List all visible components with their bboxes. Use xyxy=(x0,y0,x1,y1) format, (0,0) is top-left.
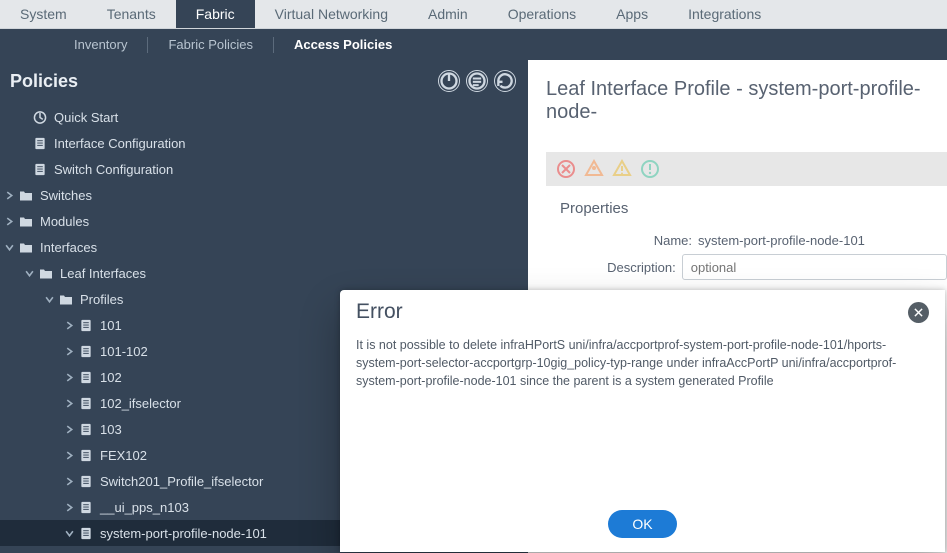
fault-major-icon[interactable] xyxy=(584,159,604,179)
tree-label: Interfaces xyxy=(40,240,97,255)
tree-node-interfaces[interactable]: Interfaces xyxy=(0,234,528,260)
tree-node-switch-configuration[interactable]: Switch Configuration xyxy=(0,156,528,182)
tree-label: 101 xyxy=(100,318,122,333)
tree-label: 102 xyxy=(100,370,122,385)
folder-icon xyxy=(18,241,34,254)
chevron-right-icon[interactable] xyxy=(64,474,74,489)
document-icon xyxy=(78,371,94,384)
chevron-right-icon[interactable] xyxy=(64,318,74,333)
name-label: Name: xyxy=(560,233,698,248)
quick-start-icon xyxy=(32,111,48,124)
tree-label: Profiles xyxy=(80,292,123,307)
tree-label: Switch Configuration xyxy=(54,162,173,177)
topnav-tab-operations[interactable]: Operations xyxy=(488,0,596,28)
fault-critical-icon[interactable] xyxy=(556,159,576,179)
sidebar-action-1[interactable] xyxy=(438,70,460,92)
tree-label: Quick Start xyxy=(54,110,118,125)
name-value: system-port-profile-node-101 xyxy=(698,233,865,248)
subnav-item-access-policies[interactable]: Access Policies xyxy=(288,37,398,52)
chevron-right-icon[interactable] xyxy=(4,214,14,229)
error-dialog: Error It is not possible to delete infra… xyxy=(340,290,945,552)
close-icon[interactable] xyxy=(908,302,929,323)
subnav-item-inventory[interactable]: Inventory xyxy=(68,37,133,52)
fault-minor-icon[interactable] xyxy=(612,159,632,179)
document-icon xyxy=(32,163,48,176)
description-label: Description: xyxy=(560,260,682,275)
tree-label: 102_ifselector xyxy=(100,396,181,411)
document-icon xyxy=(78,423,94,436)
tree-node-interface-configuration[interactable]: Interface Configuration xyxy=(0,130,528,156)
chevron-down-icon[interactable] xyxy=(24,266,34,281)
chevron-right-icon[interactable] xyxy=(64,448,74,463)
document-icon xyxy=(32,137,48,150)
page-title: Leaf Interface Profile - system-port-pro… xyxy=(546,78,947,124)
dialog-message: It is not possible to delete infraHPortS… xyxy=(340,330,945,510)
tree-label: Interface Configuration xyxy=(54,136,186,151)
tree-node-modules[interactable]: Modules xyxy=(0,208,528,234)
tree-label: Switches xyxy=(40,188,92,203)
chevron-down-icon[interactable] xyxy=(4,240,14,255)
document-icon xyxy=(78,501,94,514)
tree-label: Switch201_Profile_ifselector xyxy=(100,474,263,489)
document-icon xyxy=(78,527,94,540)
folder-icon xyxy=(38,267,54,280)
sidebar-action-2[interactable] xyxy=(466,70,488,92)
topnav-tab-system[interactable]: System xyxy=(0,0,87,28)
chevron-right-icon[interactable] xyxy=(64,500,74,515)
chevron-right-icon[interactable] xyxy=(64,422,74,437)
chevron-right-icon[interactable] xyxy=(4,188,14,203)
sub-nav: Inventory Fabric Policies Access Policies xyxy=(0,29,947,60)
topnav-tab-integrations[interactable]: Integrations xyxy=(668,0,781,28)
subnav-item-fabric-policies[interactable]: Fabric Policies xyxy=(162,37,259,52)
document-icon xyxy=(78,397,94,410)
properties-heading: Properties xyxy=(560,200,947,217)
tree-label: 103 xyxy=(100,422,122,437)
sidebar-title: Policies xyxy=(10,71,78,92)
fault-warning-icon[interactable] xyxy=(640,159,660,179)
chevron-right-icon[interactable] xyxy=(64,344,74,359)
document-icon xyxy=(78,449,94,462)
folder-icon xyxy=(18,189,34,202)
top-nav: SystemTenantsFabricVirtual NetworkingAdm… xyxy=(0,0,947,29)
document-icon xyxy=(78,345,94,358)
tree-node-leaf-interfaces[interactable]: Leaf Interfaces xyxy=(0,260,528,286)
document-icon xyxy=(78,475,94,488)
tree-label: 101-102 xyxy=(100,344,148,359)
dialog-title: Error xyxy=(356,300,403,324)
topnav-tab-virtual-networking[interactable]: Virtual Networking xyxy=(255,0,408,28)
folder-icon xyxy=(58,293,74,306)
tree-label: Leaf Interfaces xyxy=(60,266,146,281)
folder-icon xyxy=(18,215,34,228)
chevron-right-icon[interactable] xyxy=(64,396,74,411)
tree-label: system-port-profile-node-101 xyxy=(100,526,267,541)
tree-label: __ui_pps_n103 xyxy=(100,500,189,515)
sidebar-action-refresh[interactable] xyxy=(494,70,516,92)
tree-node-quick-start[interactable]: Quick Start xyxy=(0,104,528,130)
chevron-down-icon[interactable] xyxy=(44,292,54,307)
topnav-tab-admin[interactable]: Admin xyxy=(408,0,488,28)
document-icon xyxy=(78,319,94,332)
tree-label: FEX102 xyxy=(100,448,147,463)
topnav-tab-apps[interactable]: Apps xyxy=(596,0,668,28)
chevron-right-icon[interactable] xyxy=(64,370,74,385)
tree-label: Modules xyxy=(40,214,89,229)
fault-status-bar xyxy=(546,152,947,186)
topnav-tab-fabric[interactable]: Fabric xyxy=(176,0,255,28)
topnav-tab-tenants[interactable]: Tenants xyxy=(87,0,176,28)
ok-button[interactable]: OK xyxy=(608,510,676,538)
tree-node-switches[interactable]: Switches xyxy=(0,182,528,208)
chevron-down-icon[interactable] xyxy=(64,526,74,541)
description-field[interactable] xyxy=(682,254,947,280)
